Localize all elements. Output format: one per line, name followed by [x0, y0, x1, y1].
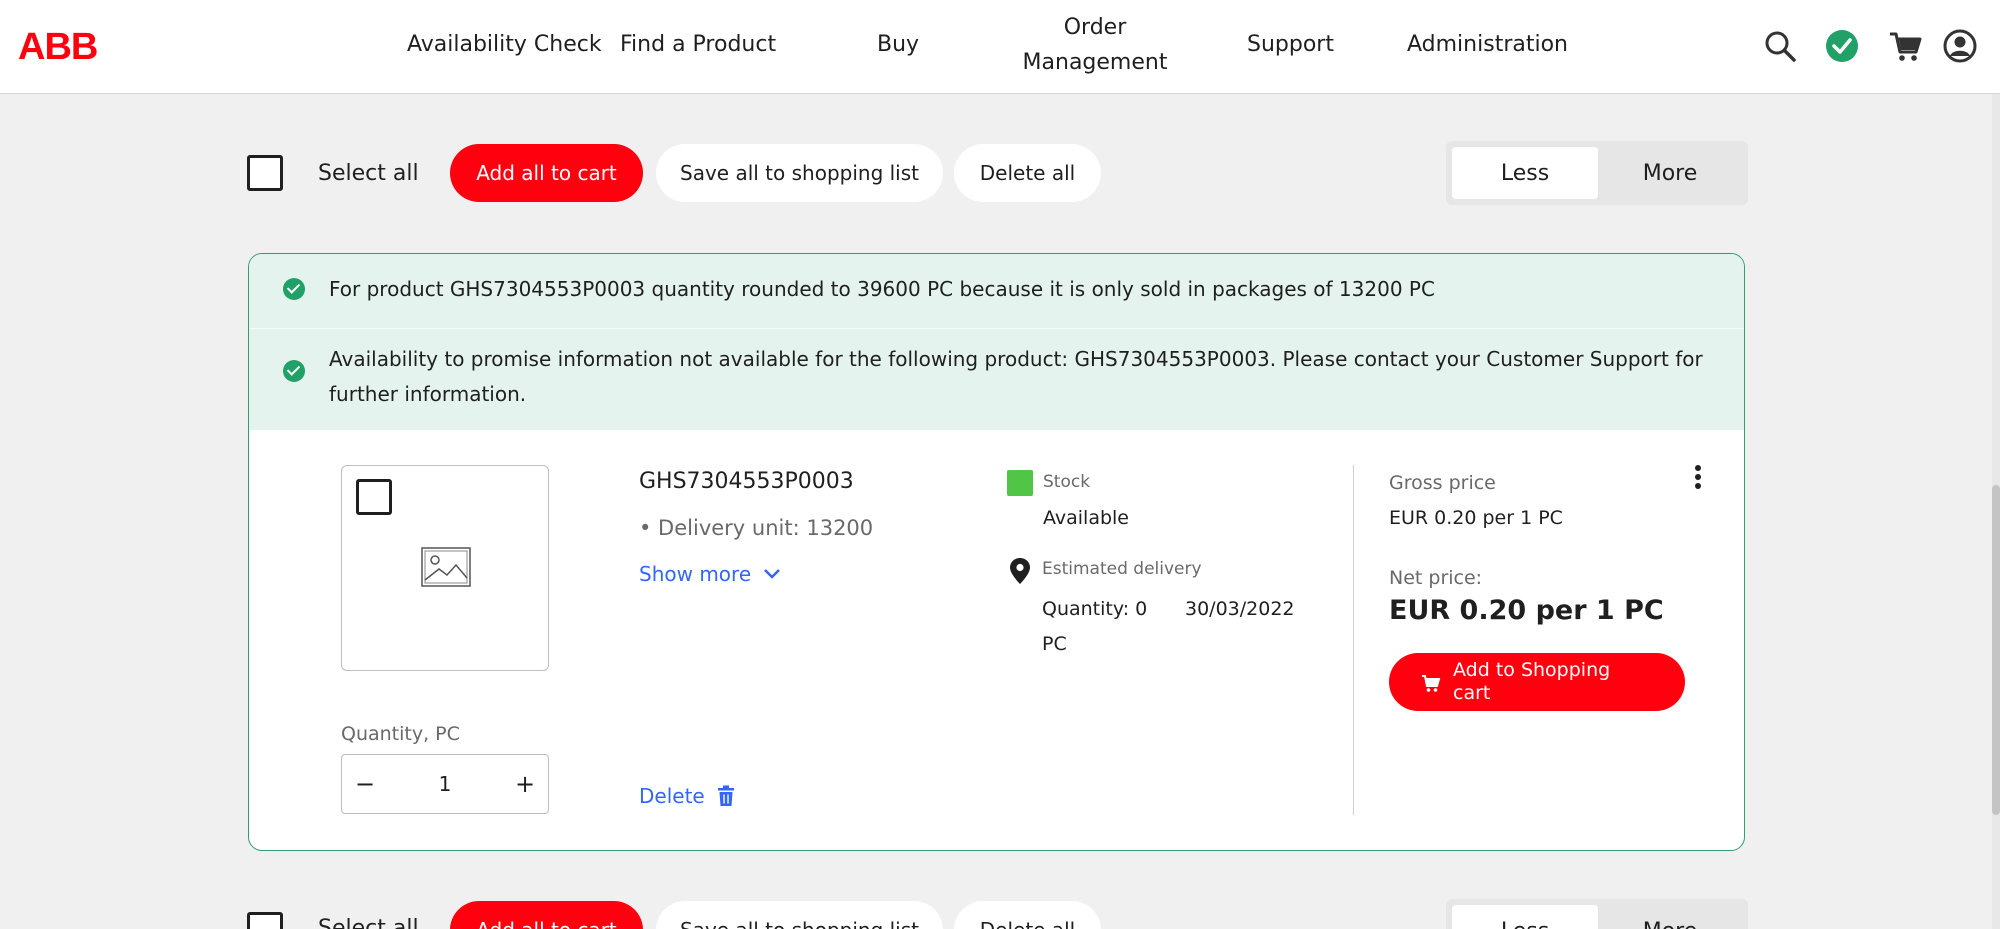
image-placeholder-icon	[421, 547, 471, 587]
select-all-label: Select all	[318, 916, 419, 929]
message-row: For product GHS7304553P0003 quantity rou…	[283, 272, 1709, 307]
product-image-box	[341, 465, 549, 671]
decrement-button[interactable]: −	[342, 770, 388, 798]
show-more-label: Show more	[639, 562, 752, 586]
stock-indicator	[1007, 470, 1033, 496]
quantity-input[interactable]: 1	[388, 772, 502, 796]
delete-all-button[interactable]: Delete all	[954, 901, 1101, 929]
success-icon	[283, 360, 305, 382]
toggle-less[interactable]: Less	[1452, 905, 1598, 929]
less-more-toggle: Less More	[1446, 141, 1748, 205]
add-to-cart-label: Add to Shopping cart	[1453, 659, 1611, 704]
select-all-label: Select all	[318, 161, 419, 186]
gross-price-value: EUR 0.20 per 1 PC	[1389, 507, 1563, 529]
nav-find-a-product[interactable]: Find a Product	[620, 27, 776, 62]
delete-all-button[interactable]: Delete all	[954, 144, 1101, 202]
estimated-date: 30/03/2022	[1185, 598, 1295, 620]
more-options-icon[interactable]	[1691, 465, 1705, 495]
message-text: Availability to promise information not …	[329, 347, 1703, 406]
vertical-divider	[1353, 465, 1354, 815]
search-icon[interactable]	[1762, 28, 1798, 64]
message-row: Availability to promise information not …	[283, 342, 1709, 412]
status-check-icon[interactable]	[1824, 28, 1860, 64]
show-more-link[interactable]: Show more	[639, 562, 781, 586]
nav-buy[interactable]: Buy	[877, 27, 919, 62]
abb-logo[interactable]: ABB	[18, 26, 98, 69]
gross-price-label: Gross price	[1389, 472, 1496, 494]
message-text: For product GHS7304553P0003 quantity rou…	[329, 277, 1435, 301]
toggle-more[interactable]: More	[1598, 905, 1742, 929]
delivery-unit: • Delivery unit: 13200	[639, 516, 874, 540]
nav-support[interactable]: Support	[1247, 27, 1334, 62]
stock-value: Available	[1043, 507, 1130, 529]
add-all-to-cart-button[interactable]: Add all to cart	[450, 144, 643, 202]
select-all-checkbox[interactable]	[247, 155, 283, 191]
success-icon	[283, 278, 305, 300]
increment-button[interactable]: +	[502, 770, 548, 798]
messages-panel: For product GHS7304553P0003 quantity rou…	[249, 254, 1744, 430]
less-more-toggle: Less More	[1446, 899, 1748, 929]
bottom-toolbar: Select all Add all to cart Save all to s…	[0, 899, 2000, 929]
delete-label: Delete	[639, 784, 705, 808]
message-divider	[249, 328, 1744, 329]
save-all-to-shopping-list-button[interactable]: Save all to shopping list	[656, 901, 943, 929]
product-select-checkbox[interactable]	[356, 479, 392, 515]
toggle-less[interactable]: Less	[1452, 147, 1598, 199]
nav-availability-check[interactable]: Availability Check	[407, 27, 602, 62]
cart-icon[interactable]	[1887, 28, 1923, 64]
delete-link[interactable]: Delete	[639, 784, 735, 808]
net-price-value: EUR 0.20 per 1 PC	[1389, 595, 1664, 626]
quantity-stepper: − 1 +	[341, 754, 549, 814]
chevron-down-icon	[764, 569, 781, 579]
quantity-label: Quantity, PC	[341, 723, 460, 745]
trash-icon	[717, 785, 734, 806]
location-pin-icon	[1010, 558, 1030, 584]
nav-administration[interactable]: Administration	[1407, 27, 1568, 62]
top-header: ABB Availability Check Find a Product Bu…	[0, 0, 2000, 94]
cart-icon	[1422, 675, 1441, 692]
estimated-delivery-label: Estimated delivery	[1042, 559, 1202, 579]
net-price-label: Net price:	[1389, 567, 1483, 589]
user-account-icon[interactable]	[1942, 28, 1978, 64]
product-card: For product GHS7304553P0003 quantity rou…	[248, 253, 1745, 851]
scrollbar-thumb[interactable]	[1992, 485, 2000, 815]
toggle-more[interactable]: More	[1598, 147, 1742, 199]
nav-order-management[interactable]: Order Management	[1010, 10, 1180, 80]
product-code[interactable]: GHS7304553P0003	[639, 469, 854, 494]
select-all-checkbox[interactable]	[247, 912, 283, 929]
save-all-to-shopping-list-button[interactable]: Save all to shopping list	[656, 144, 943, 202]
estimated-quantity: Quantity: 0 PC	[1042, 598, 1148, 655]
add-all-to-cart-button[interactable]: Add all to cart	[450, 901, 643, 929]
stock-label: Stock	[1043, 472, 1091, 492]
add-to-shopping-cart-button[interactable]: Add to Shopping cart	[1389, 653, 1685, 711]
